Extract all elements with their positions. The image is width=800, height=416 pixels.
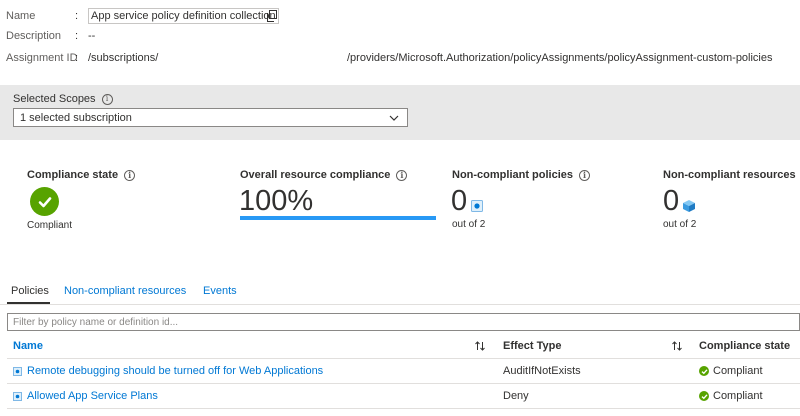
selected-scopes-label: Selected Scopes i xyxy=(13,93,113,105)
policy-icon xyxy=(13,366,22,376)
row-divider xyxy=(7,358,800,359)
compliance-progress-bar xyxy=(240,216,436,220)
name-colon: : xyxy=(75,10,79,22)
column-header-compliance-state[interactable]: Compliance state xyxy=(699,340,790,352)
scope-dropdown[interactable]: 1 selected subscription xyxy=(13,108,408,127)
noncompliant-resources-sub: out of 2 xyxy=(663,219,697,230)
description-colon: : xyxy=(75,30,79,42)
assignment-colon: : xyxy=(75,52,79,64)
name-value-text: App service policy definition collection xyxy=(91,10,276,22)
noncompliant-resources-title: Non-compliant resources i xyxy=(663,169,800,181)
table-row-1-name-text: Remote debugging should be turned off fo… xyxy=(27,365,324,377)
overall-compliance-value: 100% xyxy=(239,185,314,217)
name-value[interactable]: App service policy definition collection xyxy=(88,8,279,24)
noncompliant-policies-sub: out of 2 xyxy=(452,219,486,230)
noncompliant-policies-title-text: Non-compliant policies xyxy=(452,169,574,181)
noncompliant-policies-value[interactable]: 0 xyxy=(451,185,467,217)
assignment-value: /subscriptions/ xyxy=(88,52,159,64)
description-value: -- xyxy=(88,30,96,42)
check-icon xyxy=(38,196,51,207)
table-row-2-state: Compliant xyxy=(699,390,763,402)
column-header-effect-type[interactable]: Effect Type xyxy=(503,340,561,352)
table-row-2-state-text: Compliant xyxy=(713,390,763,402)
row-divider xyxy=(7,383,800,384)
noncompliant-resources-title-text: Non-compliant resources xyxy=(663,169,796,181)
check-circle-icon xyxy=(30,187,59,216)
table-row-1-name[interactable]: Remote debugging should be turned off fo… xyxy=(13,365,323,377)
table-row-2-name[interactable]: Allowed App Service Plans xyxy=(13,390,158,402)
compliance-state-title-text: Compliance state xyxy=(27,169,119,181)
tab-policies[interactable]: Policies xyxy=(11,285,49,297)
table-row-2-effect: Deny xyxy=(503,390,529,402)
table-row-1-effect: AuditIfNotExists xyxy=(503,365,581,377)
assignment-tail: /providers/Microsoft.Authorization/polic… xyxy=(347,52,773,64)
overall-compliance-title-text: Overall resource compliance xyxy=(240,169,391,181)
essentials-name-row: Name : App service policy definition col… xyxy=(6,8,279,24)
info-icon[interactable]: i xyxy=(124,169,136,181)
check-circle-icon xyxy=(699,366,709,376)
info-icon[interactable]: i xyxy=(579,169,591,181)
copy-icon[interactable] xyxy=(266,10,278,22)
noncompliant-policies-title: Non-compliant policies i xyxy=(452,169,591,181)
info-icon[interactable]: i xyxy=(101,93,113,105)
compliance-state-title: Compliance state i xyxy=(27,169,136,181)
overall-compliance-title: Overall resource compliance i xyxy=(240,169,408,181)
description-label: Description xyxy=(6,30,62,42)
selected-scopes-text: Selected Scopes xyxy=(13,93,96,105)
info-icon[interactable]: i xyxy=(396,169,408,181)
cube-icon xyxy=(683,200,695,212)
tab-noncompliant-resources[interactable]: Non-compliant resources xyxy=(64,285,186,297)
name-label: Name xyxy=(6,10,36,22)
row-divider xyxy=(7,408,800,409)
table-row-2-name-text: Allowed App Service Plans xyxy=(27,390,158,402)
table-row-1-state-text: Compliant xyxy=(713,365,763,377)
table-row-1-state: Compliant xyxy=(699,365,763,377)
compliance-state-value: Compliant xyxy=(27,220,73,231)
policy-icon xyxy=(471,200,483,212)
essentials-assignment-row: Assignment ID : /subscriptions/ /provide… xyxy=(6,50,796,66)
tabs-divider xyxy=(0,304,800,305)
check-circle-icon xyxy=(699,391,709,401)
column-header-name[interactable]: Name xyxy=(13,340,43,352)
noncompliant-resources-value[interactable]: 0 xyxy=(663,185,679,217)
sort-arrows-icon[interactable] xyxy=(671,340,683,352)
filter-input[interactable] xyxy=(7,313,800,331)
tab-events[interactable]: Events xyxy=(203,285,237,297)
essentials-description-row: Description : -- xyxy=(6,28,95,44)
chevron-down-icon xyxy=(389,115,399,121)
scope-dropdown-value: 1 selected subscription xyxy=(20,111,132,124)
policy-icon xyxy=(13,391,22,401)
sort-arrows-icon[interactable] xyxy=(474,340,486,352)
assignment-label: Assignment ID xyxy=(6,52,78,64)
